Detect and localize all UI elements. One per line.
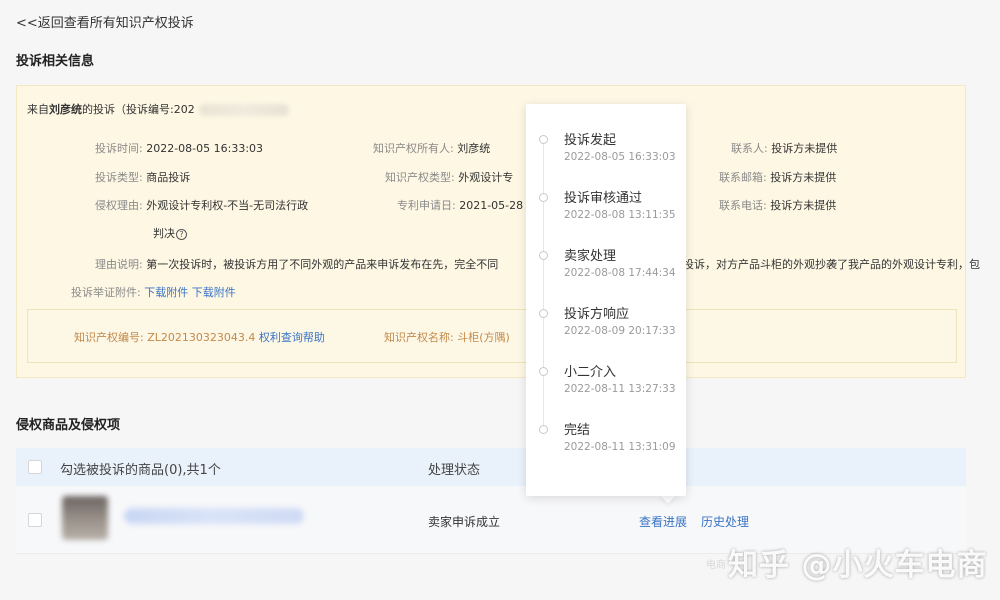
complaint-info-title: 投诉相关信息: [16, 54, 95, 69]
patent-date-field: 专利申请日: 2021-05-28: [397, 197, 523, 213]
explanation-value: 第一次投诉时，被投诉方用了不同外观的产品来申诉发布在先，完全不同: [146, 258, 499, 271]
explanation-tail: 投诉，对方产品斗柜的外观抄袭了我产品的外观设计专利，包: [683, 256, 980, 272]
complainant-name: 刘彦统: [49, 103, 82, 116]
explanation-value-tail: 投诉，对方产品斗柜的外观抄袭了我产品的外观设计专利，包: [683, 258, 980, 271]
timeline-time: 2022-08-09 20:17:33: [564, 325, 676, 337]
ip-number-value: ZL202130323043.4: [147, 331, 256, 344]
timeline-title: 投诉方响应: [564, 307, 630, 322]
timeline-title: 投诉发起: [564, 133, 617, 148]
complaint-info-panel: 来自刘彦统的投诉（投诉编号:202 投诉时间: 2022-08-05 16:33…: [16, 85, 980, 378]
complaint-type-field: 投诉类型: 商品投诉: [95, 169, 190, 185]
reason-label: 侵权理由:: [95, 199, 143, 212]
download-attachment-link-2[interactable]: 下载附件: [192, 286, 236, 299]
patent-date-value: 2021-05-28: [459, 199, 524, 212]
progress-popover: 投诉发起 2022-08-05 16:33:03 投诉审核通过 2022-08-…: [526, 104, 686, 496]
complaint-detail-page: <<返回查看所有知识产权投诉 投诉相关信息 来自刘彦统的投诉（投诉编号:202 …: [0, 0, 1000, 600]
timeline-time: 2022-08-05 16:33:03: [564, 151, 676, 163]
complaint-type-value: 商品投诉: [146, 171, 191, 184]
ip-name-value: 斗柜(方隅): [457, 331, 510, 344]
timeline-dot: [539, 367, 548, 376]
row-status: 卖家申诉成立: [428, 515, 501, 529]
timeline-title: 小二介入: [564, 365, 617, 380]
timeline-item: 完结 2022-08-11 13:31:09: [526, 419, 686, 459]
ip-detail-box: 知识产权编号: ZL202130323043.4 权利查询帮助 知识产权名称: …: [27, 309, 957, 363]
question-icon[interactable]: ?: [176, 229, 187, 240]
timeline-dot: [539, 251, 548, 260]
explanation-field: 理由说明: 第一次投诉时，被投诉方用了不同外观的产品来申诉发布在先，完全不同: [95, 256, 498, 272]
contact-email-value: 投诉方未提供: [770, 171, 837, 184]
timeline-dot: [539, 309, 548, 318]
complaint-time-label: 投诉时间:: [95, 142, 143, 155]
contact-label: 联系人:: [731, 142, 768, 155]
evidence-label: 投诉举证附件:: [71, 286, 141, 299]
timeline-item: 投诉发起 2022-08-05 16:33:03: [526, 129, 686, 169]
ip-number-field: 知识产权编号: ZL202130323043.4 权利查询帮助: [74, 329, 325, 345]
contact-value: 投诉方未提供: [771, 142, 838, 155]
reason-field: 侵权理由: 外观设计专利权-不当-无司法行政: [95, 197, 308, 213]
timeline-time: 2022-08-11 13:31:09: [564, 441, 676, 453]
timeline-title: 卖家处理: [564, 249, 617, 264]
complaint-time-value: 2022-08-05 16:33:03: [146, 142, 264, 155]
contact-field: 联系人: 投诉方未提供: [731, 140, 837, 156]
reason-continued: 判决?: [153, 225, 187, 241]
timeline-title: 完结: [564, 423, 591, 438]
ip-type-label: 知识产权类型:: [385, 171, 455, 184]
ip-number-label: 知识产权编号:: [74, 331, 144, 344]
blurred-complaint-id: [198, 104, 289, 116]
timeline-title: 投诉审核通过: [564, 191, 643, 206]
timeline-item: 投诉方响应 2022-08-09 20:17:33: [526, 303, 686, 343]
timeline-item: 卖家处理 2022-08-08 17:44:34: [526, 245, 686, 285]
patent-date-label: 专利申请日:: [397, 199, 456, 212]
ip-name-field: 知识产权名称: 斗柜(方隅): [384, 329, 510, 345]
contact-phone-label: 联系电话:: [719, 199, 767, 212]
explanation-label: 理由说明:: [95, 258, 143, 271]
owner-field: 知识产权所有人: 刘彦统: [373, 140, 490, 156]
row-checkbox[interactable]: [28, 513, 42, 527]
history-link[interactable]: 历史处理: [701, 513, 749, 530]
timeline-time: 2022-08-08 13:11:35: [564, 209, 676, 221]
contact-email-field: 联系邮箱: 投诉方未提供: [719, 169, 836, 185]
back-to-complaints-link[interactable]: <<返回查看所有知识产权投诉: [16, 12, 194, 31]
goods-table-header: 勾选被投诉的商品(0),共1个 处理状态: [16, 448, 966, 486]
contact-phone-field: 联系电话: 投诉方未提供: [719, 197, 836, 213]
timeline-item: 投诉审核通过 2022-08-08 13:11:35: [526, 187, 686, 227]
contact-email-label: 联系邮箱:: [719, 171, 767, 184]
watermark-small: 电商: [706, 560, 726, 571]
timeline-dot: [539, 135, 548, 144]
complaint-from-line: 来自刘彦统的投诉（投诉编号:202: [27, 101, 289, 117]
timeline-dot: [539, 193, 548, 202]
reason-value: 外观设计专利权-不当-无司法行政: [146, 199, 309, 212]
complaint-type-label: 投诉类型:: [95, 171, 143, 184]
from-prefix: 来自: [27, 103, 49, 116]
timeline-dot: [539, 425, 548, 434]
product-thumbnail: [62, 496, 108, 540]
ip-type-value: 外观设计专: [458, 171, 514, 184]
infringing-goods-title: 侵权商品及侵权项: [16, 418, 121, 433]
timeline-item: 小二介入 2022-08-11 13:27:33: [526, 361, 686, 401]
download-attachment-link-1[interactable]: 下载附件: [144, 286, 188, 299]
timeline-time: 2022-08-08 17:44:34: [564, 267, 676, 279]
ip-type-field: 知识产权类型: 外观设计专: [385, 169, 513, 185]
select-goods-header: 勾选被投诉的商品(0),共1个: [60, 463, 221, 478]
watermark: 知乎 @小火车电商: [728, 548, 988, 583]
complaint-time-field: 投诉时间: 2022-08-05 16:33:03: [95, 140, 263, 156]
from-suffix: 的投诉（投诉编号:202: [82, 103, 195, 116]
evidence-field: 投诉举证附件: 下载附件 下载附件: [71, 284, 236, 300]
rights-query-help-link[interactable]: 权利查询帮助: [259, 331, 325, 344]
select-all-checkbox[interactable]: [28, 460, 42, 474]
contact-phone-value: 投诉方未提供: [770, 199, 837, 212]
product-name-blurred: [124, 508, 304, 524]
view-progress-link[interactable]: 查看进展: [639, 513, 687, 530]
timeline-time: 2022-08-11 13:27:33: [564, 383, 676, 395]
owner-label: 知识产权所有人:: [373, 142, 454, 155]
reason-value-2: 判决: [153, 227, 175, 240]
status-header: 处理状态: [428, 463, 481, 478]
owner-value: 刘彦统: [457, 142, 491, 155]
ip-name-label: 知识产权名称:: [384, 331, 454, 344]
